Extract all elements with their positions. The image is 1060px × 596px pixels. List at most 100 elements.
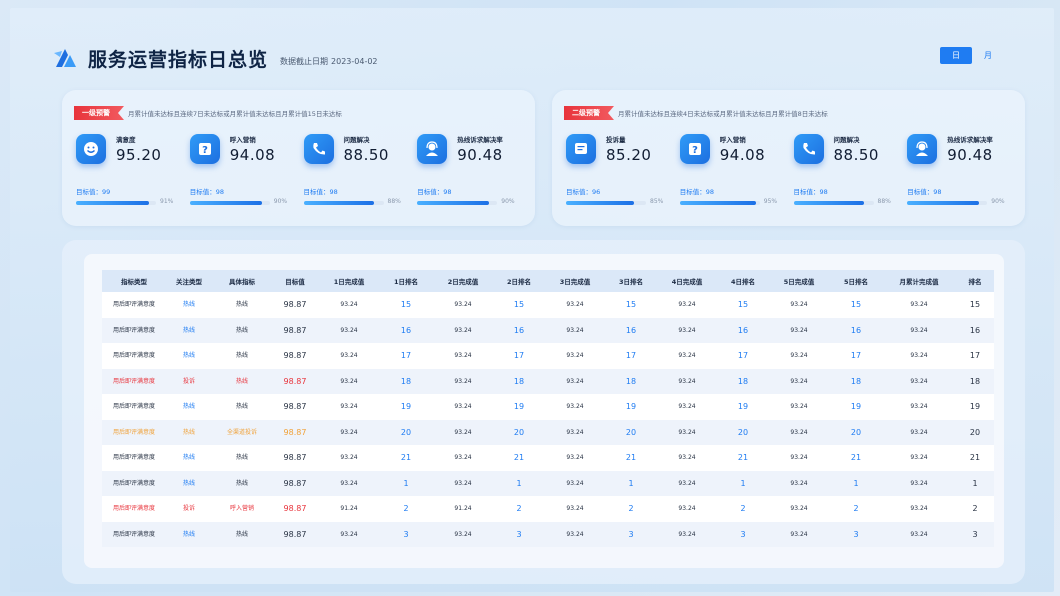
table-cell: 93.24	[544, 445, 606, 471]
table-cell: 全渠道投诉	[212, 419, 272, 445]
table-cell: 93.24	[768, 445, 830, 471]
table-row[interactable]: 用后即评满意度 投诉 呼入营销 98.87 91.24 2 91.24 2 93.24 2 93.2…	[102, 496, 994, 522]
table-cell: 1	[606, 470, 656, 496]
column-header: 具体指标	[212, 270, 272, 292]
table-cell: 热线	[166, 394, 212, 420]
table-cell: 用后即评满意度	[102, 292, 166, 318]
table-row[interactable]: 用后即评满意度 热线 全渠道投诉 98.87 93.24 20 93.24 20 93.24 20…	[102, 419, 994, 445]
metric-value: 94.08	[719, 146, 766, 164]
metric-name: 呼入营销	[229, 136, 256, 144]
table-cell: 93.24	[656, 419, 718, 445]
table-row[interactable]: 用后即评满意度 热线 热线 98.87 93.24 3 93.24 3 93.24 3 93.24 3…	[102, 521, 994, 547]
metric-target: 目标值：98	[679, 188, 715, 196]
table-cell: 93.24	[882, 343, 956, 369]
level2-warning-panel: 二级预警 月累计值未达标且连续4日未达标或月累计值未达标且月累计值8日未达标 投…	[552, 90, 1025, 226]
metric-value: 88.50	[833, 146, 879, 164]
column-header: 1日完成值	[318, 270, 380, 292]
level2-warning-text: 月累计值未达标且连续4日未达标或月累计值未达标且月累计值8日未达标	[618, 110, 828, 118]
metric-value: 85.20	[606, 146, 652, 164]
table-cell: 93.24	[544, 317, 606, 343]
table-cell: 3	[830, 521, 882, 547]
svg-text:?: ?	[692, 145, 698, 156]
table-cell: 17	[830, 343, 882, 369]
table-cell: 98.87	[272, 368, 318, 394]
table-cell: 93.24	[768, 496, 830, 522]
table-cell: 热线	[166, 317, 212, 343]
table-row[interactable]: 用后即评满意度 热线 热线 98.87 93.24 17 93.24 17 93.24 17 93.…	[102, 343, 994, 369]
metric-value: 95.20	[116, 146, 162, 164]
metric-name: 问题解决	[343, 136, 370, 144]
table-row[interactable]: 用后即评满意度 热线 热线 98.87 93.24 1 93.24 1 93.24 1 93.24 1…	[102, 470, 994, 496]
table-cell: 93.24	[318, 343, 380, 369]
toggle-month-button[interactable]: 月	[972, 47, 1004, 64]
smile-icon	[76, 134, 106, 164]
table-cell: 19	[380, 394, 432, 420]
table-cell: 93.24	[768, 343, 830, 369]
column-header: 关注类型	[166, 270, 212, 292]
table-cell: 91.24	[318, 496, 380, 522]
table-cell: 用后即评满意度	[102, 445, 166, 471]
toggle-day-button[interactable]: 日	[940, 47, 972, 64]
table-row[interactable]: 用后即评满意度 热线 热线 98.87 93.24 16 93.24 16 93.24 16 93.…	[102, 317, 994, 343]
table-scroll-area[interactable]: 指标类型 关注类型 具体指标 目标值 1日完成值 1日排名 2日完成值 2日排名 3日完成值 3日…	[102, 270, 994, 554]
metric-target: 目标值：98	[793, 188, 828, 196]
table-cell: 18	[718, 368, 768, 394]
table-row[interactable]: 用后即评满意度 投诉 热线 98.87 93.24 18 93.24 18 93.24 18 93.…	[102, 368, 994, 394]
table-cell: 用后即评满意度	[102, 368, 166, 394]
table-cell: 21	[718, 445, 768, 471]
column-header: 5日完成值	[768, 270, 830, 292]
question-icon: ?	[189, 134, 220, 164]
table-cell: 93.24	[882, 496, 956, 522]
table-row[interactable]: 用后即评满意度 热线 热线 98.87 93.24 19 93.24 19 93.24 19 93.…	[102, 394, 994, 420]
table-cell: 93.24	[656, 496, 718, 522]
table-cell: 15	[606, 292, 656, 318]
table-cell: 93.24	[432, 470, 494, 496]
table-cell: 93.24	[544, 521, 606, 547]
table-cell: 93.24	[318, 470, 380, 496]
table-cell: 93.24	[768, 470, 830, 496]
table-cell: 93.24	[768, 317, 830, 343]
table-cell: 93.24	[882, 470, 956, 496]
table-cell: 93.24	[432, 445, 494, 471]
table-cell: 2	[830, 496, 882, 522]
table-cell: 用后即评满意度	[102, 470, 166, 496]
table-cell: 93.24	[544, 496, 606, 522]
table-cell: 19	[830, 394, 882, 420]
table-cell: 1	[380, 470, 432, 496]
table-row[interactable]: 用后即评满意度 热线 热线 98.87 93.24 15 93.24 15 93.24 15 93.…	[102, 292, 994, 318]
table-cell: 用后即评满意度	[102, 496, 166, 522]
table-cell: 16	[494, 317, 544, 343]
metric-name: 问题解决	[833, 136, 860, 144]
table-cell: 18	[380, 368, 432, 394]
table-cell: 1	[494, 470, 544, 496]
dashboard-page: 服务运营指标日总览 数据截止日期 2023-04-02 日 月 一级预警 月累计…	[10, 8, 1054, 592]
table-cell: 93.24	[768, 419, 830, 445]
table-cell: 18	[956, 368, 994, 394]
table-cell: 93.24	[432, 292, 494, 318]
table-cell: 93.24	[318, 521, 380, 547]
table-row[interactable]: 用后即评满意度 热线 热线 98.87 93.24 21 93.24 21 93.24 21 93.…	[102, 445, 994, 471]
progress-bar	[793, 201, 874, 205]
table-cell: 93.24	[544, 343, 606, 369]
table-cell: 3	[956, 521, 994, 547]
table-cell: 98.87	[272, 470, 318, 496]
table-cell: 93.24	[318, 394, 380, 420]
table-cell: 用后即评满意度	[102, 343, 166, 369]
column-header: 1日排名	[380, 270, 432, 292]
table-cell: 18	[494, 368, 544, 394]
progress-bar	[907, 201, 988, 205]
table-cell: 93.24	[318, 317, 380, 343]
table-cell: 热线	[212, 470, 272, 496]
column-header: 月累计完成值	[882, 270, 956, 292]
table-cell: 热线	[166, 445, 212, 471]
metric-value: 90.48	[947, 146, 993, 164]
table-cell: 热线	[166, 521, 212, 547]
table-cell: 19	[606, 394, 656, 420]
table-cell: 98.87	[272, 419, 318, 445]
level1-warning-text: 月累计值未达标且连续7日未达标或月累计值未达标且月累计值15日未达标	[128, 110, 342, 118]
column-header: 3日排名	[606, 270, 656, 292]
table-cell: 用后即评满意度	[102, 419, 166, 445]
table-cell: 16	[718, 317, 768, 343]
table-cell: 17	[494, 343, 544, 369]
table-cell: 93.24	[656, 394, 718, 420]
